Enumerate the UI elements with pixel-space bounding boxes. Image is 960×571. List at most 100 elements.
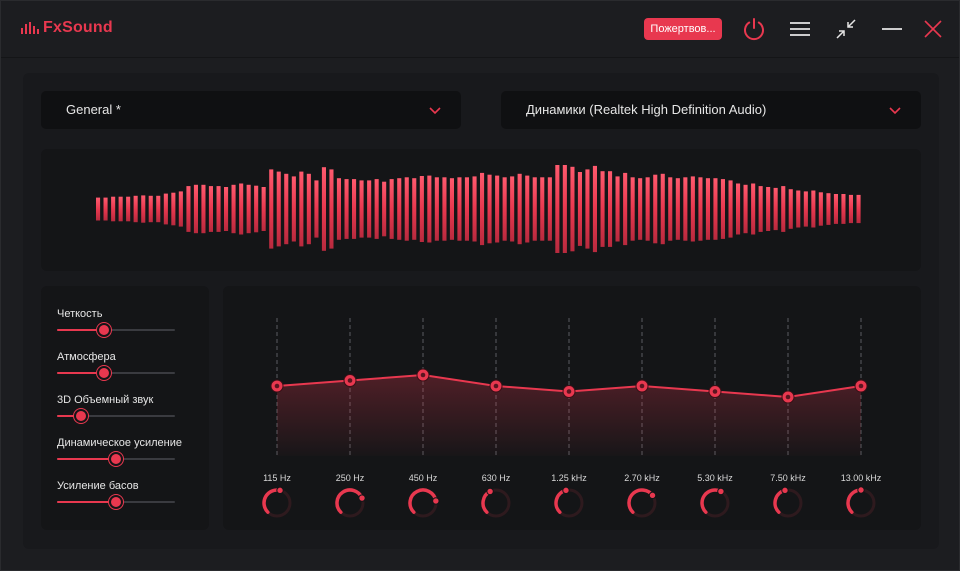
visualizer-bar [163,193,168,225]
visualizer-bar [118,196,123,222]
visualizer-bar [254,185,259,233]
visualizer-bar [630,177,635,241]
audio-visualizer [96,165,861,253]
frequency-label: 1.25 kHz [551,473,587,483]
donate-button[interactable]: Пожертвов... [644,18,722,40]
equalizer-graph[interactable] [223,286,921,530]
visualizer-bar [502,177,507,241]
visualizer-bar [668,177,673,241]
slider-thumb[interactable] [109,452,123,466]
visualizer-bar [480,172,485,246]
minimize-view-icon[interactable] [836,19,856,39]
slider-thumb[interactable] [97,366,112,380]
effect-dynamic-boost: Динамическое усиление [57,437,187,466]
visualizer-bar [525,175,530,243]
eq-knob-arc [262,488,282,514]
visualizer-bar [615,176,620,242]
visualizer-bar [231,184,236,234]
ambience-slider[interactable] [57,366,175,380]
slider-thumb[interactable] [97,323,112,337]
bass-boost-slider[interactable] [57,495,175,509]
visualizer-bar [427,175,432,243]
visualizer-bar [811,190,816,228]
visualizer-bar [352,179,357,239]
visualizer-bar [645,177,650,241]
visualizer-bar [638,178,643,240]
minimize-icon[interactable] [882,21,902,37]
eq-knob-arc [335,488,364,514]
eq-knob-indicator[interactable] [857,486,865,494]
effect-label: Атмосфера [57,351,116,363]
power-icon[interactable] [741,16,767,42]
visualizer-bar [773,187,778,231]
visualizer-bar [705,178,710,240]
visualizer-bar [148,195,153,223]
visualizer-bar [562,165,567,253]
eq-band-handle-dot [493,383,499,389]
visualizer-bar [412,178,417,240]
eq-band-handle-dot [420,372,426,378]
visualizer-bar [276,171,281,247]
visualizer-bar [178,191,183,227]
visualizer-bar [495,175,500,243]
effect-bass-boost: Усиление басов [57,480,187,509]
visualizer-bar [344,179,349,239]
visualizer-bar [141,195,146,223]
eq-knob-indicator[interactable] [648,491,657,500]
eq-band-handle-dot [347,378,353,383]
visualizer-bar [848,194,853,224]
dynamic-boost-slider[interactable] [57,452,175,466]
visualizer-bar [713,178,718,240]
preset-select[interactable]: General * [41,91,461,129]
visualizer-bar [404,177,409,241]
visualizer-bar [818,192,823,226]
visualizer-bar [540,177,545,241]
visualizer-bar [111,196,116,222]
visualizer-bar [720,179,725,239]
eq-knob-indicator[interactable] [432,497,440,505]
visualizer-bar [585,169,590,249]
frequency-label: 250 Hz [335,473,365,483]
visualizer-bar [660,173,665,245]
surround-slider[interactable] [57,409,175,423]
visualizer-bar [788,189,793,229]
eq-knob-indicator[interactable] [358,494,366,502]
visualizer-bar [532,177,537,241]
visualizer-bar [367,180,372,238]
visualizer-bar [171,192,176,226]
eq-knob-indicator[interactable] [486,487,494,496]
eq-knob-indicator[interactable] [276,486,284,495]
visualizer-bar [570,166,575,252]
visualizer-bar [600,171,605,247]
clarity-slider[interactable] [57,323,175,337]
visualizer-bar [201,184,206,234]
visualizer-bar [208,186,213,232]
visualizer-bar [653,174,658,244]
visualizer-bar [675,178,680,240]
slider-thumb[interactable] [73,409,88,423]
visualizer-bar [517,173,522,245]
visualizer-panel [41,149,921,271]
eq-knob-indicator[interactable] [562,486,570,495]
eq-knob-indicator[interactable] [781,486,789,495]
visualizer-bar [442,177,447,241]
chevron-down-icon [889,107,901,115]
visualizer-bar [374,179,379,239]
eq-band-handle-dot [785,394,791,400]
visualizer-bar [833,194,838,224]
visualizer-bar [577,172,582,246]
slider-thumb[interactable] [109,495,123,509]
visualizer-bar [592,165,597,253]
visualizer-bar [103,197,108,221]
menu-icon[interactable] [790,21,810,37]
visualizer-bar [216,186,221,232]
visualizer-bar [743,184,748,234]
close-icon[interactable] [924,20,942,38]
visualizer-bar [758,186,763,232]
visualizer-bar [449,178,454,240]
output-device-select[interactable]: Динамики (Realtek High Definition Audio) [501,91,921,129]
eq-knob-indicator[interactable] [717,487,725,496]
output-device-value: Динамики (Realtek High Definition Audio) [526,102,767,117]
eq-band-handle-dot [858,383,864,389]
visualizer-bar [224,187,229,231]
